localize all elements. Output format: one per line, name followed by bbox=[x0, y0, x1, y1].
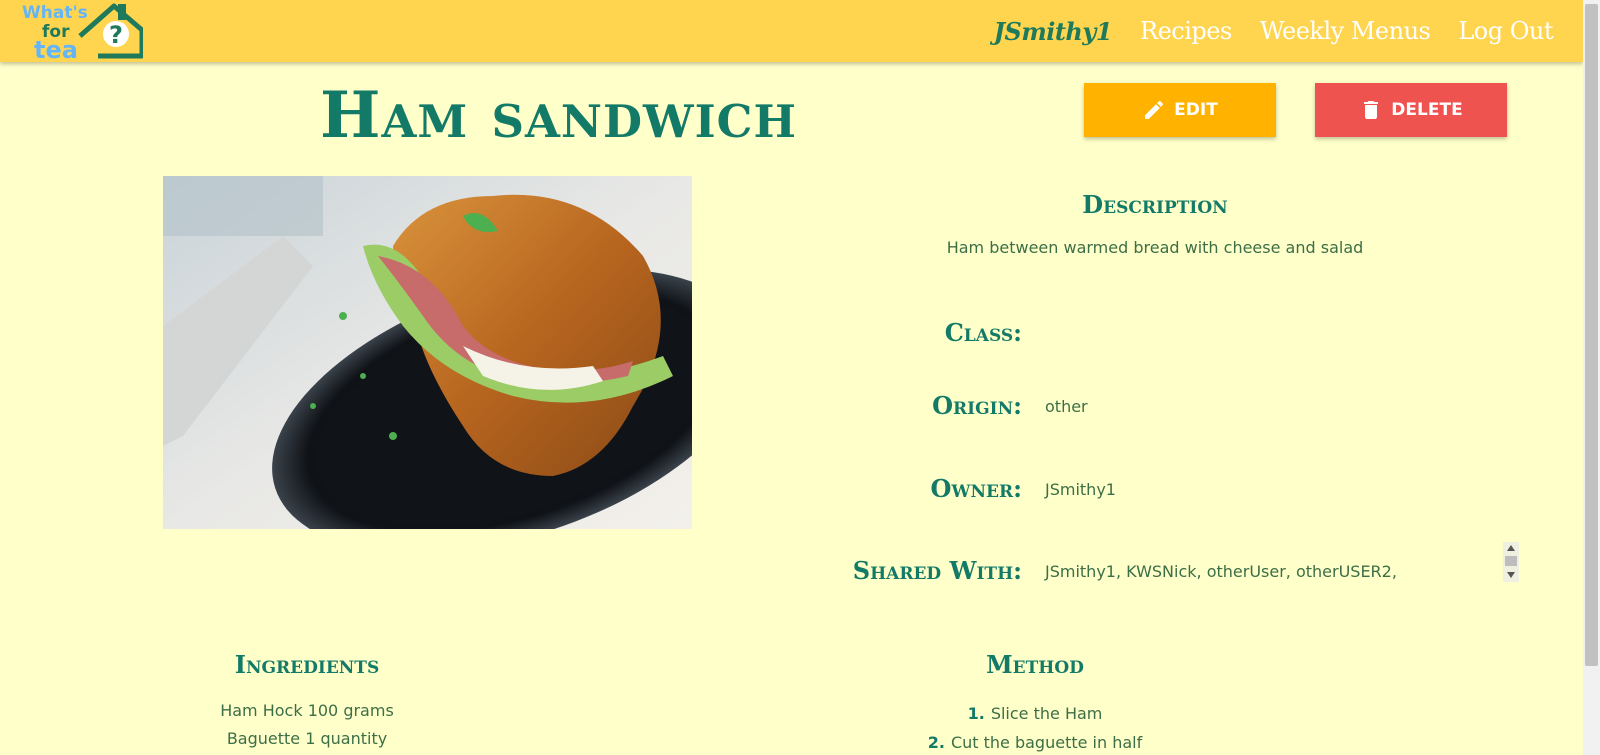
nav-username[interactable]: JSmithy1 bbox=[994, 17, 1113, 46]
svg-text:?: ? bbox=[109, 21, 123, 49]
method-step: 2. Cut the baguette in half lengthways bbox=[880, 728, 1190, 755]
ingredients-list: Ham Hock 100 grams Baguette 1 quantity bbox=[180, 697, 434, 753]
recipe-title: Ham sandwich bbox=[320, 78, 797, 153]
top-navbar: ? What's for tea JSmithy1 Recipes Weekly… bbox=[0, 0, 1583, 64]
method-step-text: Cut the baguette in half lengthways bbox=[950, 733, 1143, 752]
method-step: 1. Slice the Ham bbox=[880, 699, 1190, 728]
svg-text:tea: tea bbox=[34, 36, 78, 62]
delete-button-label: Delete bbox=[1391, 100, 1463, 120]
page-scrollbar-thumb[interactable] bbox=[1585, 4, 1598, 666]
whats-for-tea-logo[interactable]: ? What's for tea bbox=[18, 0, 145, 64]
ingredient-item: Baguette 1 quantity bbox=[226, 729, 388, 748]
recipe-image bbox=[163, 176, 692, 529]
owner-label: Owner: bbox=[930, 474, 1022, 503]
shared-with-label: Shared With: bbox=[852, 556, 1022, 585]
method-step-number: 1. bbox=[967, 704, 985, 723]
pencil-icon bbox=[1145, 100, 1164, 119]
nav-link-log-out[interactable]: Log Out bbox=[1458, 17, 1553, 45]
description-heading: Description bbox=[1082, 190, 1228, 219]
shared-with-scrollbar[interactable] bbox=[1503, 542, 1519, 582]
nav-link-recipes[interactable]: Recipes bbox=[1140, 17, 1232, 45]
method-step-number: 2. bbox=[927, 733, 945, 752]
origin-label: Origin: bbox=[932, 391, 1022, 420]
method-step-text: Slice the Ham bbox=[990, 704, 1103, 723]
scroll-up-arrow-icon[interactable] bbox=[1507, 545, 1515, 551]
ingredient-item: Ham Hock 100 grams bbox=[220, 701, 394, 720]
svg-text:What's: What's bbox=[22, 3, 88, 23]
ingredients-heading: Ingredients bbox=[234, 650, 380, 679]
edit-button[interactable]: Edit bbox=[1084, 83, 1276, 137]
edit-button-label: Edit bbox=[1174, 100, 1218, 120]
page-scrollbar[interactable] bbox=[1583, 0, 1600, 755]
description-text: Ham between warmed bread with cheese and… bbox=[946, 238, 1364, 257]
origin-value: other bbox=[1045, 397, 1088, 416]
scroll-down-arrow-icon[interactable] bbox=[1507, 572, 1515, 578]
trash-icon bbox=[1364, 101, 1379, 119]
method-heading: Method bbox=[986, 650, 1084, 679]
class-label: Class: bbox=[944, 318, 1022, 347]
method-list: 1. Slice the Ham 2. Cut the baguette in ha… bbox=[880, 699, 1190, 755]
shared-with-value: JSmithy1, KWSNick, otherUser, otherUSER2… bbox=[1045, 562, 1397, 581]
owner-value: JSmithy1 bbox=[1045, 480, 1116, 499]
scroll-thumb[interactable] bbox=[1505, 556, 1517, 566]
nav-link-weekly-menus[interactable]: Weekly Menus bbox=[1260, 17, 1431, 45]
delete-button[interactable]: Delete bbox=[1315, 83, 1507, 137]
